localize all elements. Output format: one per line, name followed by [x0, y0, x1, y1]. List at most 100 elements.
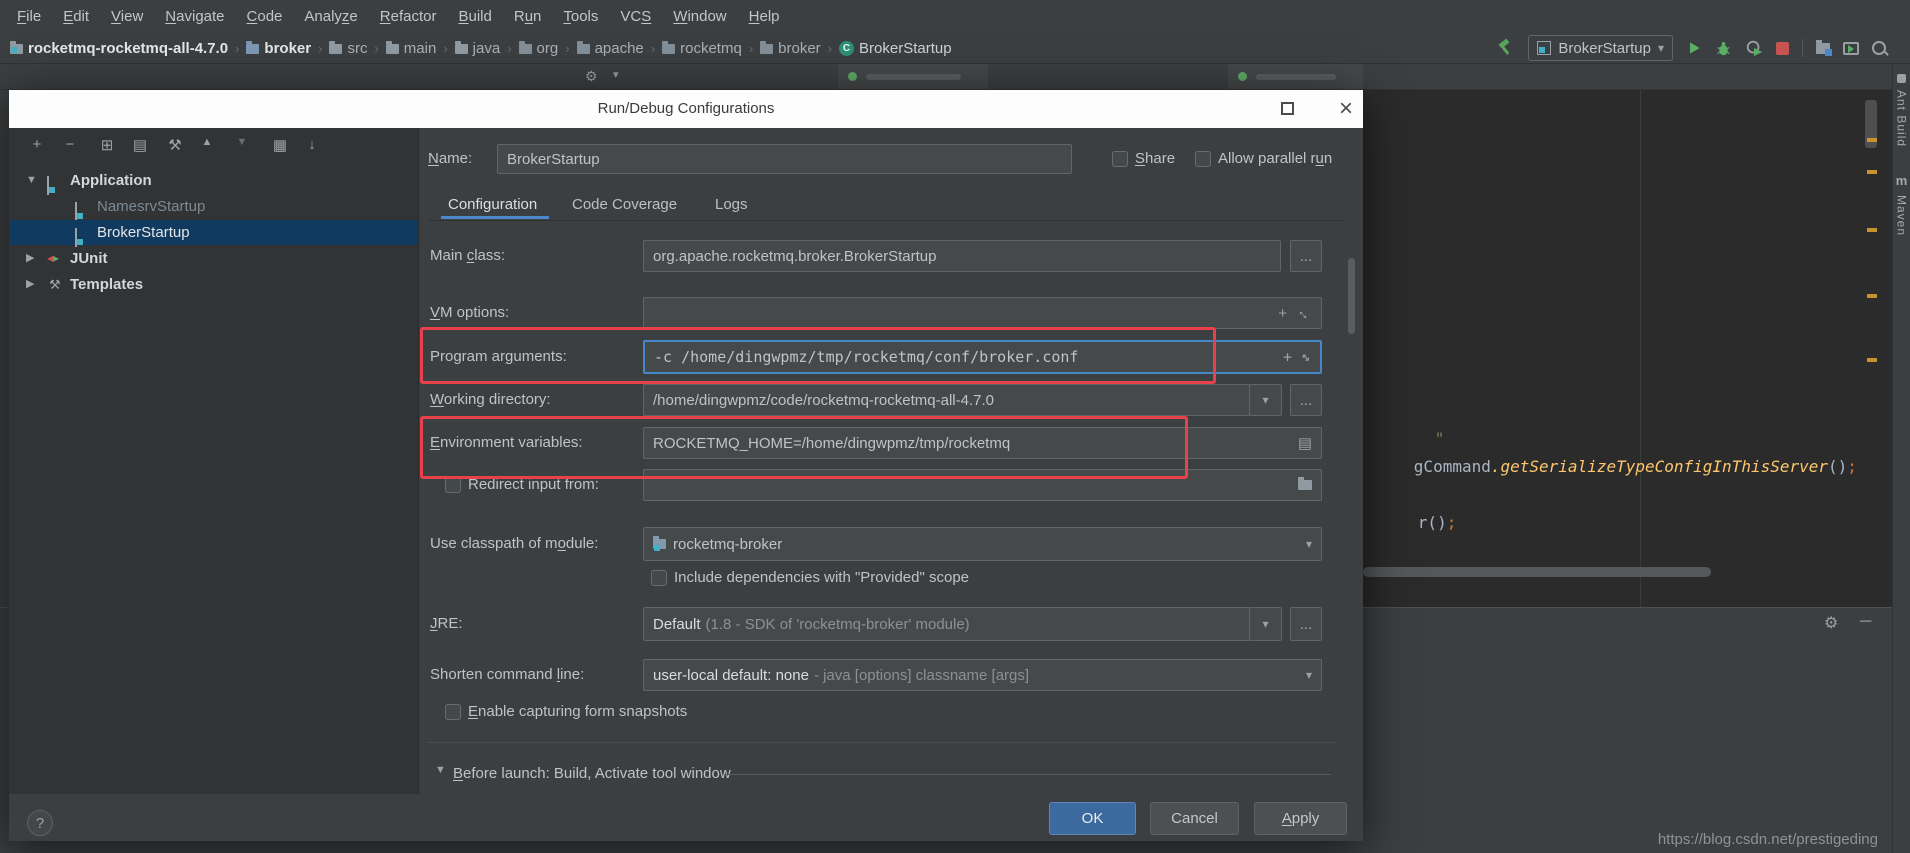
tree-item-namesrvstartup[interactable]: NamesrvStartup [9, 194, 418, 219]
breadcrumb-apache[interactable]: apache [577, 40, 644, 57]
breadcrumb-project[interactable]: rocketmq-rocketmq-all-4.7.0 [10, 40, 228, 57]
add-icon[interactable]: + [1278, 305, 1287, 322]
tree-item-templates[interactable]: ▶ ⚒ Templates [9, 272, 418, 297]
name-field[interactable]: BrokerStartup [497, 144, 1072, 174]
edit-templates-icon[interactable]: ⚒ [163, 136, 187, 154]
breadcrumb-org[interactable]: org [519, 40, 559, 57]
expand-icon[interactable]: ↔ [1293, 302, 1316, 325]
main-class-field[interactable]: org.apache.rocketmq.broker.BrokerStartup [643, 240, 1281, 272]
project-tool-window-icon[interactable] [1816, 43, 1830, 54]
editor-pane[interactable]: " gCommand.getSerializeTypeConfigInThisS… [1363, 90, 1892, 607]
main-class-browse-button[interactable]: ... [1290, 240, 1322, 272]
use-classpath-dropdown[interactable]: rocketmq-broker ▾ [643, 527, 1322, 561]
tool-window-ant-build[interactable]: Ant Build [1895, 90, 1909, 147]
editor-tab[interactable] [838, 64, 988, 89]
build-hammer-icon[interactable] [1495, 38, 1515, 58]
debug-button[interactable] [1715, 40, 1732, 57]
redirect-input-checkbox[interactable] [445, 477, 461, 493]
breadcrumb-main[interactable]: main [386, 40, 437, 57]
form-scrollbar-thumb[interactable] [1348, 258, 1355, 334]
breadcrumb-separator: › [565, 41, 569, 56]
share-checkbox[interactable] [1112, 151, 1128, 167]
tree-item-application[interactable]: ▼ Application [9, 168, 418, 193]
add-configuration-icon[interactable]: + [25, 136, 49, 153]
stop-button[interactable] [1776, 42, 1789, 55]
gear-icon[interactable]: ⚙ [585, 68, 598, 85]
save-configuration-icon[interactable]: ▤ [128, 136, 152, 154]
shorten-command-line-dropdown[interactable]: user-local default: none - java [options… [643, 659, 1322, 691]
working-directory-dropdown-button[interactable]: ▾ [1249, 384, 1282, 416]
gear-icon[interactable]: ⚙ [1824, 613, 1838, 633]
breadcrumb-rocketmq[interactable]: rocketmq [662, 40, 742, 57]
menu-refactor[interactable]: Refactor [369, 8, 448, 25]
menu-run[interactable]: Run [503, 8, 553, 25]
folder-icon [386, 44, 399, 54]
editor-tab[interactable] [1228, 64, 1363, 89]
working-directory-browse-button[interactable]: ... [1290, 384, 1322, 416]
tab-logs[interactable]: Logs [715, 190, 748, 220]
tab-code-coverage[interactable]: Code Coverage [572, 190, 677, 220]
run-configuration-selector[interactable]: BrokerStartup ▾ [1528, 35, 1673, 61]
move-down-icon[interactable]: ▼ [230, 136, 254, 148]
breadcrumb-module[interactable]: broker [246, 40, 311, 57]
editor-error-stripe[interactable] [1864, 90, 1880, 607]
menu-code[interactable]: Code [236, 8, 294, 25]
menu-window[interactable]: Window [662, 8, 737, 25]
folder-icon[interactable] [1298, 480, 1312, 490]
horizontal-scrollbar[interactable] [1363, 567, 1711, 577]
menu-navigate[interactable]: Navigate [154, 8, 235, 25]
menu-vcs[interactable]: VCS [609, 8, 662, 25]
collapse-arrow-icon[interactable]: ▶ [26, 272, 34, 297]
maximize-button[interactable] [1281, 102, 1294, 115]
expand-arrow-icon[interactable]: ▼ [26, 168, 37, 193]
hide-panel-icon[interactable]: ─ [1860, 613, 1871, 631]
expand-icon[interactable]: ↔ [1297, 347, 1316, 366]
sort-configurations-icon[interactable]: ↓ [300, 136, 324, 153]
enable-snapshots-checkbox[interactable] [445, 704, 461, 720]
copy-configuration-icon[interactable]: ⊞ [95, 136, 119, 154]
vm-options-field[interactable]: +↔ [643, 297, 1322, 329]
search-everywhere-icon[interactable] [1872, 41, 1886, 55]
cancel-button[interactable]: Cancel [1150, 802, 1239, 835]
include-provided-checkbox[interactable] [651, 570, 667, 586]
tree-item-junit[interactable]: ▶ ◂▸ JUnit [9, 246, 418, 271]
working-directory-field[interactable]: /home/dingwpmz/code/rocketmq-rocketmq-al… [643, 384, 1250, 416]
program-arguments-field[interactable]: -c /home/dingwpmz/tmp/rocketmq/conf/brok… [643, 340, 1322, 374]
environment-variables-field[interactable]: ROCKETMQ_HOME=/home/dingwpmz/tmp/rocketm… [643, 427, 1322, 459]
collapse-icon[interactable]: ▼ [435, 764, 446, 776]
breadcrumb-broker[interactable]: broker [760, 40, 821, 57]
run-with-coverage-button[interactable] [1745, 39, 1763, 57]
breadcrumb-src[interactable]: src [329, 40, 367, 57]
dialog-title-bar[interactable]: Run/Debug Configurations × [9, 90, 1363, 128]
apply-button[interactable]: Apply [1254, 802, 1347, 835]
add-icon[interactable]: + [1283, 348, 1292, 366]
tree-item-brokerstartup-selected[interactable]: BrokerStartup [9, 220, 418, 245]
jre-dropdown[interactable]: Default (1.8 - SDK of 'rocketmq-broker' … [643, 607, 1250, 641]
jre-dropdown-button[interactable]: ▾ [1249, 607, 1282, 641]
menu-analyze[interactable]: Analyze [293, 8, 368, 25]
tool-window-maven[interactable]: Maven [1895, 195, 1909, 236]
breadcrumb-java[interactable]: java [455, 40, 501, 57]
run-anything-icon[interactable] [1843, 42, 1859, 55]
menu-view[interactable]: View [100, 8, 154, 25]
menu-edit[interactable]: Edit [52, 8, 100, 25]
close-button[interactable]: × [1331, 92, 1361, 126]
ok-button[interactable]: OK [1049, 802, 1136, 835]
redirect-input-field[interactable] [643, 469, 1322, 501]
allow-parallel-run-checkbox[interactable] [1195, 151, 1211, 167]
menu-build[interactable]: Build [447, 8, 502, 25]
run-button[interactable] [1686, 40, 1702, 56]
before-launch-label[interactable]: Before launch: Build, Activate tool wind… [453, 762, 731, 786]
chevron-down-icon[interactable]: ▾ [613, 68, 619, 81]
collapse-arrow-icon[interactable]: ▶ [26, 246, 34, 271]
move-up-icon[interactable]: ▲ [195, 136, 219, 148]
menu-tools[interactable]: Tools [552, 8, 609, 25]
help-button[interactable]: ? [27, 810, 53, 836]
new-folder-icon[interactable]: ▦ [268, 136, 292, 154]
breadcrumb-class[interactable]: C BrokerStartup [839, 40, 952, 57]
remove-configuration-icon[interactable]: − [58, 136, 82, 153]
menu-file[interactable]: File [6, 8, 52, 25]
jre-browse-button[interactable]: ... [1290, 607, 1322, 641]
menu-help[interactable]: Help [738, 8, 791, 25]
browse-variables-icon[interactable]: ▤ [1298, 434, 1312, 452]
